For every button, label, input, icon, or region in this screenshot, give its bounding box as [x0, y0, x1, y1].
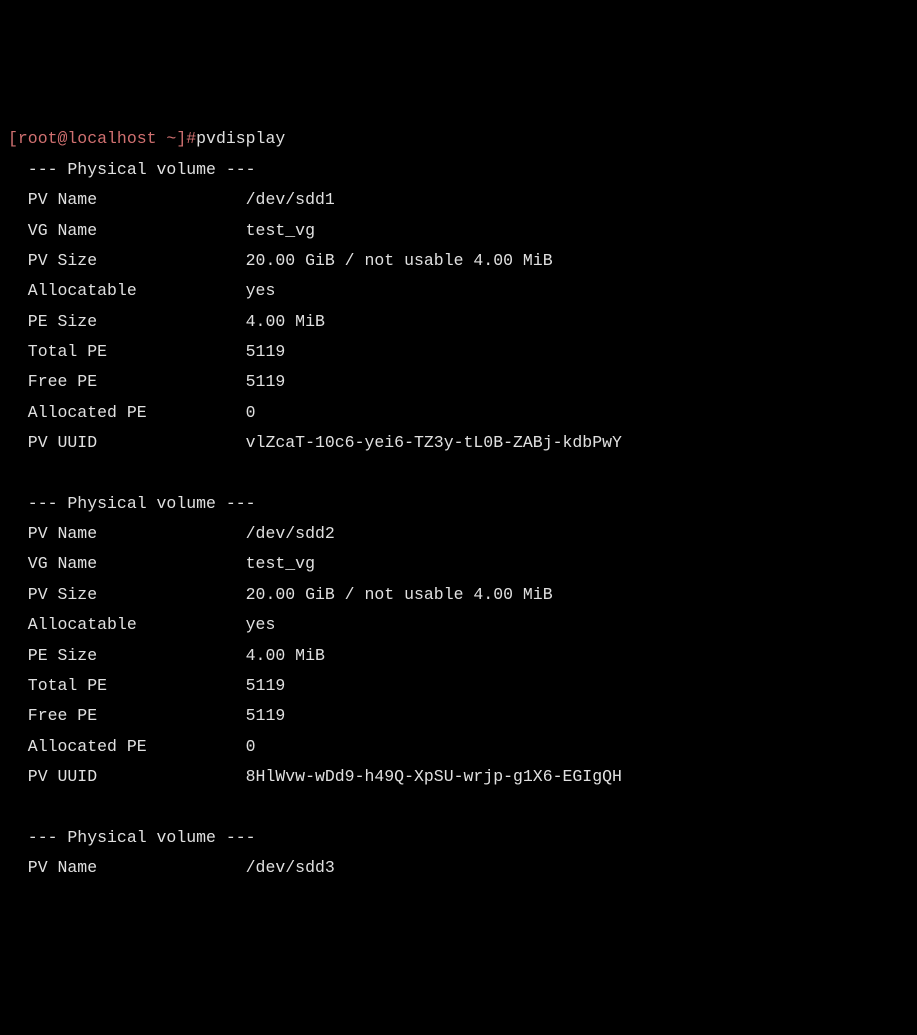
value-free-pe: 5119 — [246, 372, 286, 391]
value-pe-size: 4.00 MiB — [246, 646, 325, 665]
value-vg-name: test_vg — [246, 221, 315, 240]
value-total-pe: 5119 — [246, 342, 286, 361]
label-pv-uuid: PV UUID — [8, 433, 97, 452]
label-pv-name: PV Name — [8, 858, 97, 877]
label-allocated-pe: Allocated PE — [8, 403, 147, 422]
section-header: --- Physical volume --- — [8, 828, 256, 847]
section-header: --- Physical volume --- — [8, 160, 256, 179]
label-pe-size: PE Size — [8, 312, 97, 331]
value-allocatable: yes — [246, 281, 276, 300]
value-pv-uuid: vlZcaT-10c6-yei6-TZ3y-tL0B-ZABj-kdbPwY — [246, 433, 622, 452]
prompt-user-host: [root@localhost ~]# — [8, 129, 196, 148]
value-pv-name: /dev/sdd3 — [246, 858, 335, 877]
terminal-output[interactable]: [root@localhost ~]#pvdisplay --- Physica… — [8, 124, 909, 883]
section-header: --- Physical volume --- — [8, 494, 256, 513]
value-pv-size: 20.00 GiB / not usable 4.00 MiB — [246, 251, 553, 270]
value-vg-name: test_vg — [246, 554, 315, 573]
value-pe-size: 4.00 MiB — [246, 312, 325, 331]
value-pv-name: /dev/sdd1 — [246, 190, 335, 209]
value-pv-name: /dev/sdd2 — [246, 524, 335, 543]
label-free-pe: Free PE — [8, 706, 97, 725]
label-allocatable: Allocatable — [8, 281, 137, 300]
value-allocated-pe: 0 — [246, 403, 256, 422]
label-free-pe: Free PE — [8, 372, 97, 391]
label-pv-uuid: PV UUID — [8, 767, 97, 786]
label-vg-name: VG Name — [8, 554, 97, 573]
value-pv-uuid: 8HlWvw-wDd9-h49Q-XpSU-wrjp-g1X6-EGIgQH — [246, 767, 622, 786]
label-pv-size: PV Size — [8, 585, 97, 604]
label-allocated-pe: Allocated PE — [8, 737, 147, 756]
label-allocatable: Allocatable — [8, 615, 137, 634]
value-free-pe: 5119 — [246, 706, 286, 725]
command-text: pvdisplay — [196, 129, 285, 148]
label-pe-size: PE Size — [8, 646, 97, 665]
value-pv-size: 20.00 GiB / not usable 4.00 MiB — [246, 585, 553, 604]
label-vg-name: VG Name — [8, 221, 97, 240]
value-allocatable: yes — [246, 615, 276, 634]
label-pv-name: PV Name — [8, 524, 97, 543]
label-pv-size: PV Size — [8, 251, 97, 270]
value-allocated-pe: 0 — [246, 737, 256, 756]
label-pv-name: PV Name — [8, 190, 97, 209]
label-total-pe: Total PE — [8, 342, 107, 361]
value-total-pe: 5119 — [246, 676, 286, 695]
label-total-pe: Total PE — [8, 676, 107, 695]
